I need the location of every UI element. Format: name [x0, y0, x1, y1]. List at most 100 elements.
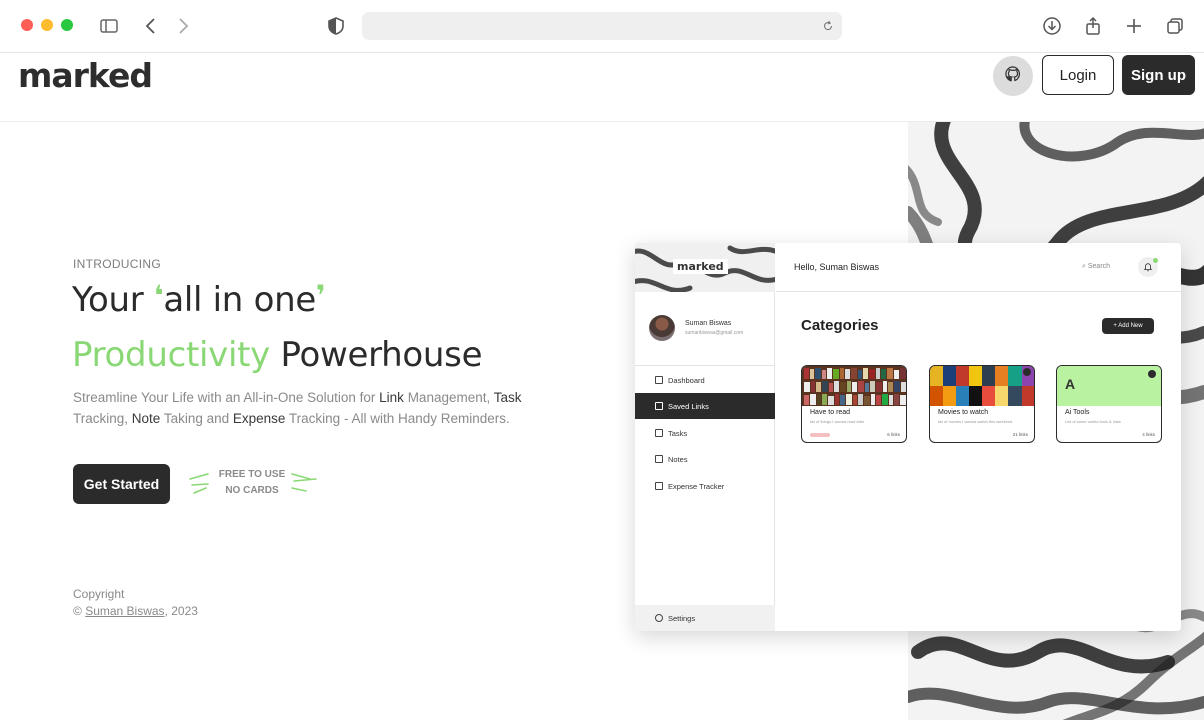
- copyright-symbol: ©: [73, 604, 82, 618]
- card-subtitle: list of movies I wanna watch this weeken…: [938, 419, 1013, 424]
- category-card-ai-tools[interactable]: A Ai Tools List of some useful tools & l…: [1056, 365, 1162, 443]
- mockup-categories-title: Categories: [801, 317, 879, 334]
- author-link[interactable]: Suman Biswas: [85, 604, 164, 618]
- nav-label: Notes: [668, 454, 688, 464]
- copyright-line: © Suman Biswas, 2023: [73, 603, 198, 620]
- headline-powerhouse: Powerhouse: [280, 335, 483, 375]
- desc-part: Tracking,: [73, 411, 132, 426]
- copyright-year: , 2023: [164, 604, 198, 618]
- new-tab-icon[interactable]: [1121, 13, 1147, 39]
- address-bar[interactable]: [362, 12, 842, 40]
- site-header: marked Login Sign up: [0, 54, 1204, 122]
- avatar: [649, 315, 675, 341]
- sidebar-toggle-icon[interactable]: [96, 13, 122, 39]
- login-button[interactable]: Login: [1042, 55, 1114, 95]
- link-icon: [655, 402, 663, 410]
- gear-icon: [655, 614, 663, 622]
- mockup-greeting: Hello, Suman Biswas: [794, 262, 880, 272]
- desc-highlight-expense: Expense: [232, 411, 286, 426]
- nav-label: Saved Links: [668, 401, 709, 411]
- signup-button[interactable]: Sign up: [1122, 55, 1195, 95]
- shield-icon[interactable]: [323, 13, 349, 39]
- reload-icon[interactable]: [818, 16, 838, 36]
- mockup-nav-tasks[interactable]: Tasks: [635, 420, 775, 446]
- headline-productivity: Productivity: [72, 335, 270, 375]
- card-count: 6 links: [887, 432, 900, 437]
- mockup-nav-dashboard[interactable]: Dashboard: [635, 367, 775, 393]
- tasks-icon: [655, 429, 663, 437]
- headline-line-1: Your ❛all in one❜: [72, 279, 326, 320]
- open-quote-icon: ❛: [153, 279, 164, 312]
- settings-label: Settings: [668, 613, 696, 623]
- desc-part: Tracking - All with Handy Reminders.: [285, 411, 510, 426]
- hero-description: Streamline Your Life with an All-in-One …: [73, 387, 553, 429]
- mockup-sidebar: marked Suman Biswas sumanbiswas@gmail.co…: [635, 243, 775, 631]
- mockup-nav-expense-tracker[interactable]: Expense Tracker: [635, 473, 775, 499]
- desc-part: Streamline Your Life with an All-in-One …: [73, 390, 380, 405]
- desc-highlight-note: Note: [131, 411, 161, 426]
- free-line-2: NO CARDS: [225, 485, 279, 496]
- nav-label: Tasks: [668, 428, 688, 438]
- mockup-settings[interactable]: Settings: [635, 605, 775, 631]
- headline-line-2: Productivity Powerhouse: [72, 335, 483, 375]
- mockup-logo: marked: [673, 259, 728, 274]
- mockup-user-name: Suman Biswas: [685, 320, 732, 327]
- back-icon[interactable]: [138, 13, 164, 39]
- headline-all-in-one: all in one: [163, 280, 316, 320]
- desc-highlight-link: Link: [379, 390, 404, 405]
- category-card-have-to-read[interactable]: Have to read list of things I wanna read…: [801, 365, 907, 443]
- mockup-user-email: sumanbiswas@gmail.com: [685, 330, 744, 336]
- bookshelf-image: [802, 366, 906, 406]
- desc-part: Taking and: [160, 411, 233, 426]
- nav-label: Expense Tracker: [668, 481, 725, 491]
- card-count: 4 links: [1142, 432, 1155, 437]
- expense-icon: [655, 482, 663, 490]
- divider: [635, 365, 775, 366]
- browser-toolbar: [0, 0, 1204, 53]
- headline-word-your: Your: [72, 280, 144, 320]
- mockup-search[interactable]: ⌕ Search: [1082, 263, 1110, 271]
- share-icon[interactable]: [1080, 13, 1106, 39]
- free-text: FREE TO USE NO CARDS: [186, 467, 318, 499]
- mockup-nav-notes[interactable]: Notes: [635, 446, 775, 472]
- github-icon: [1004, 65, 1022, 87]
- movie-posters-image: [930, 366, 1034, 406]
- close-window-button[interactable]: [21, 19, 33, 31]
- site-logo[interactable]: marked: [18, 56, 153, 95]
- free-line-1: FREE TO USE: [218, 469, 286, 480]
- mockup-logo-area: marked: [635, 243, 775, 292]
- github-button[interactable]: [993, 56, 1033, 96]
- notes-icon: [655, 455, 663, 463]
- mockup-nav-saved-links[interactable]: Saved Links: [635, 393, 775, 419]
- free-to-use-note: FREE TO USE NO CARDS: [186, 467, 318, 501]
- get-started-button[interactable]: Get Started: [73, 464, 170, 504]
- card-letter-avatar: A: [1065, 376, 1076, 392]
- download-icon[interactable]: [1039, 13, 1065, 39]
- desc-part: Management,: [403, 390, 494, 405]
- notification-dot: [1153, 258, 1158, 263]
- copyright: Copyright © Suman Biswas, 2023: [73, 586, 198, 620]
- mockup-topbar: Hello, Suman Biswas ⌕ Search: [776, 243, 1181, 292]
- tab-overview-icon[interactable]: [1162, 13, 1188, 39]
- intro-label: INTRODUCING: [73, 257, 161, 271]
- card-count: 21 links: [1012, 432, 1028, 437]
- mockup-add-new-button[interactable]: + Add New: [1102, 318, 1154, 334]
- app-mockup-preview: marked Suman Biswas sumanbiswas@gmail.co…: [635, 243, 1181, 631]
- card-tag: [810, 433, 830, 437]
- card-title: Have to read: [810, 409, 851, 416]
- nav-label: Dashboard: [668, 375, 705, 385]
- close-quote-icon: ❜: [315, 279, 326, 312]
- card-title: Ai Tools: [1065, 409, 1090, 416]
- card-subtitle: list of things I wanna read later: [810, 419, 865, 424]
- dashboard-icon: [655, 376, 663, 384]
- maximize-window-button[interactable]: [61, 19, 73, 31]
- card-menu-icon[interactable]: [1148, 370, 1156, 378]
- category-card-movies-to-watch[interactable]: Movies to watch list of movies I wanna w…: [929, 365, 1035, 443]
- card-subtitle: List of some useful tools & links: [1065, 419, 1121, 424]
- card-title: Movies to watch: [938, 409, 989, 416]
- copyright-label: Copyright: [73, 587, 125, 601]
- minimize-window-button[interactable]: [41, 19, 53, 31]
- search-label: Search: [1087, 263, 1111, 270]
- bell-icon[interactable]: [1138, 257, 1158, 277]
- forward-icon[interactable]: [170, 13, 196, 39]
